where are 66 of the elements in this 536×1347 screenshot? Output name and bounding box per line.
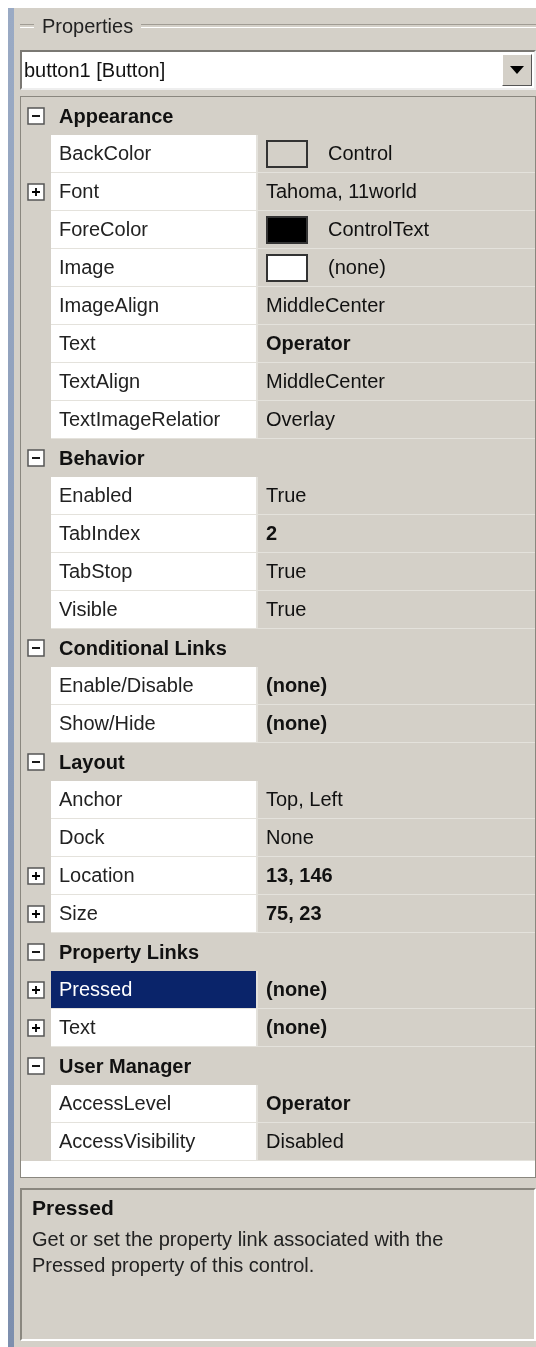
property-value[interactable]: (none) xyxy=(258,1009,535,1047)
property-name[interactable]: Location xyxy=(51,857,258,895)
property-name[interactable]: Pressed xyxy=(51,971,258,1009)
panel-title: Properties xyxy=(41,14,135,38)
property-value[interactable]: 13, 146 xyxy=(258,857,535,895)
dropdown-button[interactable] xyxy=(502,54,532,86)
collapse-icon[interactable] xyxy=(27,107,45,125)
property-name[interactable]: TabStop xyxy=(51,553,258,591)
collapse-icon[interactable] xyxy=(27,753,45,771)
property-value[interactable]: Top, Left xyxy=(258,781,535,819)
collapse-icon[interactable] xyxy=(27,1057,45,1075)
property-value[interactable]: 2 xyxy=(258,515,535,553)
property-name[interactable]: Enable/Disable xyxy=(51,667,258,705)
property-value[interactable]: True xyxy=(258,477,535,515)
property-name[interactable]: TabIndex xyxy=(51,515,258,553)
property-name[interactable]: Image xyxy=(51,249,258,287)
property-name[interactable]: ImageAlign xyxy=(51,287,258,325)
property-value[interactable]: MiddleCenter xyxy=(258,363,535,401)
property-value[interactable]: Control xyxy=(258,135,535,173)
property-value[interactable]: (none) xyxy=(258,249,535,287)
property-value[interactable]: (none) xyxy=(258,971,535,1009)
property-value[interactable]: Operator xyxy=(258,325,535,363)
property-name[interactable]: Show/Hide xyxy=(51,705,258,743)
property-name[interactable]: BackColor xyxy=(51,135,258,173)
property-value[interactable]: True xyxy=(258,553,535,591)
property-value[interactable]: None xyxy=(258,819,535,857)
collapse-icon[interactable] xyxy=(27,639,45,657)
property-value[interactable]: (none) xyxy=(258,705,535,743)
property-value[interactable]: MiddleCenter xyxy=(258,287,535,325)
expand-icon[interactable] xyxy=(27,981,45,999)
property-name[interactable]: Dock xyxy=(51,819,258,857)
property-value[interactable]: Tahoma, 11world xyxy=(258,173,535,211)
property-name[interactable]: Font xyxy=(51,173,258,211)
category-header[interactable]: Property Links xyxy=(51,940,200,964)
property-value[interactable]: ControlText xyxy=(258,211,535,249)
property-name[interactable]: TextImageRelatior xyxy=(51,401,258,439)
expand-icon[interactable] xyxy=(27,905,45,923)
property-name[interactable]: AccessLevel xyxy=(51,1085,258,1123)
expand-icon[interactable] xyxy=(27,867,45,885)
property-value[interactable]: 75, 23 xyxy=(258,895,535,933)
property-value[interactable]: Overlay xyxy=(258,401,535,439)
property-name[interactable]: Enabled xyxy=(51,477,258,515)
category-header[interactable]: Appearance xyxy=(51,104,174,128)
collapse-icon[interactable] xyxy=(27,943,45,961)
property-name[interactable]: AccessVisibility xyxy=(51,1123,258,1161)
property-name[interactable]: Size xyxy=(51,895,258,933)
caret-icon xyxy=(510,66,524,74)
expand-icon[interactable] xyxy=(27,183,45,201)
category-header[interactable]: Conditional Links xyxy=(51,636,227,660)
property-name[interactable]: Anchor xyxy=(51,781,258,819)
property-name[interactable]: Text xyxy=(51,325,258,363)
object-selector[interactable]: button1 [Button] xyxy=(20,50,536,90)
category-header[interactable]: User Manager xyxy=(51,1054,192,1078)
property-value[interactable]: Operator xyxy=(258,1085,535,1123)
property-name[interactable]: TextAlign xyxy=(51,363,258,401)
property-value[interactable]: True xyxy=(258,591,535,629)
category-header[interactable]: Behavior xyxy=(51,446,145,470)
description-text: Get or set the property link associated with the Pressed property of this control. xyxy=(32,1227,445,1278)
property-name[interactable]: Text xyxy=(51,1009,258,1047)
description-title: Pressed xyxy=(32,1196,115,1220)
property-name[interactable]: ForeColor xyxy=(51,211,258,249)
property-value[interactable]: (none) xyxy=(258,667,535,705)
expand-icon[interactable] xyxy=(27,1019,45,1037)
category-header[interactable]: Layout xyxy=(51,750,125,774)
property-name[interactable]: Visible xyxy=(51,591,258,629)
collapse-icon[interactable] xyxy=(27,449,45,467)
